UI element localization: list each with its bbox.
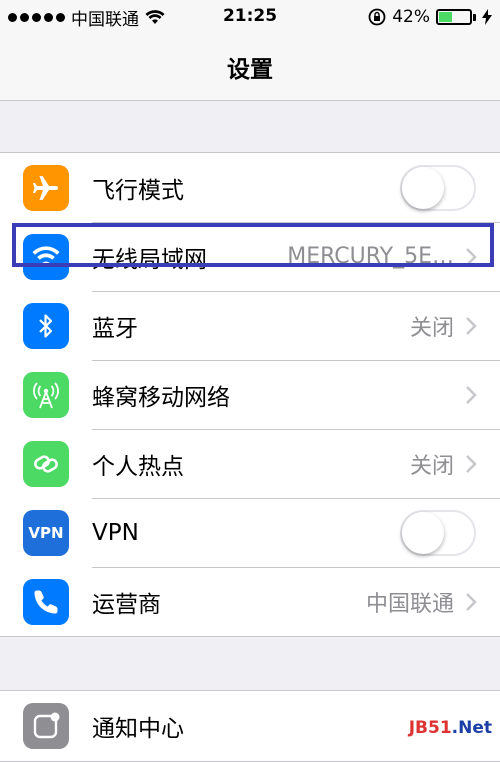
bluetooth-icon: [23, 302, 69, 349]
hotspot-status: 关闭: [409, 453, 454, 479]
settings-row-label: 蓝牙: [92, 315, 138, 342]
settings-row-label: VPN: [92, 519, 139, 546]
signal-strength-icon: [8, 12, 65, 22]
airplane-icon: [23, 164, 69, 211]
settings-row-personal-hotspot[interactable]: 个人热点 关闭: [0, 429, 500, 498]
charging-icon: [482, 9, 492, 25]
battery-percent: 42%: [392, 7, 430, 27]
wifi-icon: [23, 233, 69, 280]
nav-bar: 设置: [0, 34, 500, 101]
status-right: 42%: [368, 7, 492, 27]
orientation-lock-icon: [368, 8, 386, 26]
settings-group-network: 飞行模式 无线局域网 MERCURY_5E… 蓝牙 关闭 蜂窝移动网络 个人热点…: [0, 152, 500, 637]
chevron-right-icon: [466, 247, 477, 266]
notification-center-icon: [23, 702, 69, 749]
cellular-icon: [23, 371, 69, 418]
settings-row-wifi[interactable]: 无线局域网 MERCURY_5E…: [0, 222, 500, 291]
carrier-name: 中国联通: [71, 9, 139, 30]
status-left: 中国联通: [8, 5, 165, 30]
bluetooth-status: 关闭: [409, 315, 454, 341]
settings-row-carrier[interactable]: 运营商 中国联通: [0, 567, 500, 636]
settings-row-label: 蜂窝移动网络: [92, 384, 230, 411]
airplane-mode-toggle[interactable]: [400, 164, 476, 211]
page-title: 设置: [227, 57, 273, 83]
battery-icon: [436, 9, 476, 25]
settings-row-cellular[interactable]: 蜂窝移动网络: [0, 360, 500, 429]
settings-row-label: 运营商: [92, 591, 161, 618]
settings-row-bluetooth[interactable]: 蓝牙 关闭: [0, 291, 500, 360]
wifi-signal-icon: [145, 9, 165, 24]
wifi-network-name: MERCURY_5E…: [287, 244, 454, 269]
vpn-icon: VPN: [23, 509, 69, 556]
settings-row-label: 个人热点: [92, 453, 184, 480]
chevron-right-icon: [466, 592, 477, 611]
settings-row-label: 飞行模式: [92, 177, 184, 204]
chevron-right-icon: [466, 454, 477, 473]
chevron-right-icon: [466, 385, 477, 404]
carrier-value: 中国联通: [365, 591, 454, 617]
settings-row-airplane-mode[interactable]: 飞行模式: [0, 153, 500, 222]
site-watermark: JB51.Net: [408, 718, 492, 738]
settings-row-vpn[interactable]: VPN VPN: [0, 498, 500, 567]
status-bar: 中国联通 21:25 42%: [0, 0, 500, 34]
settings-row-label: 无线局域网: [92, 246, 207, 273]
hotspot-icon: [23, 440, 69, 487]
phone-icon: [23, 578, 69, 625]
vpn-toggle[interactable]: [400, 509, 476, 556]
chevron-right-icon: [466, 316, 477, 335]
